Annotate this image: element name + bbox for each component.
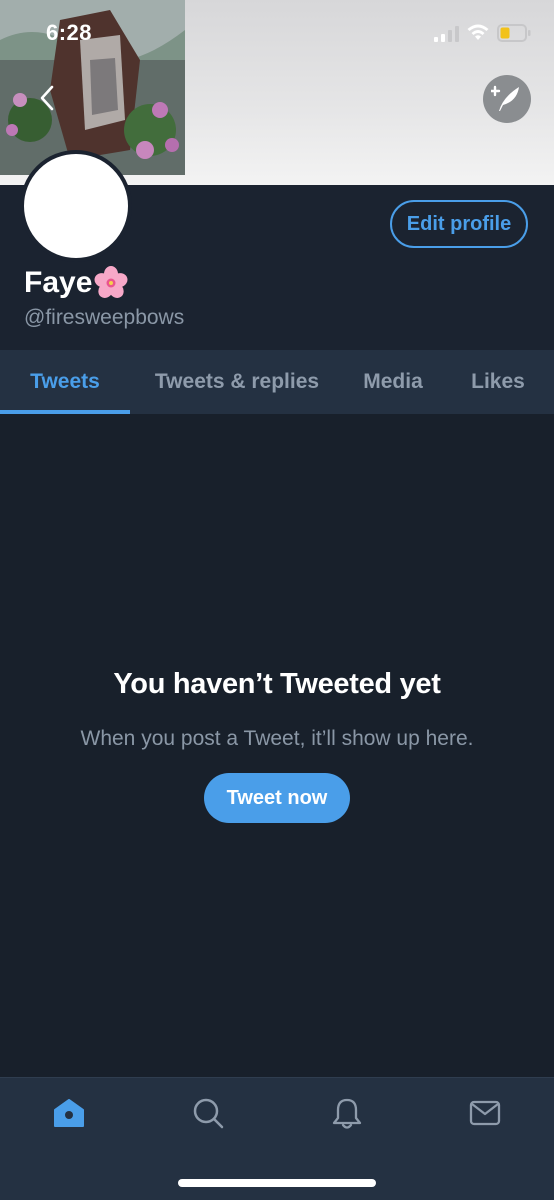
profile-tabs: Tweets Tweets & replies Media Likes — [0, 350, 554, 414]
home-icon[interactable] — [52, 1096, 86, 1130]
edit-profile-button[interactable]: Edit profile — [390, 200, 528, 248]
back-icon[interactable] — [36, 84, 60, 112]
user-handle: @firesweepbows — [24, 306, 185, 329]
display-name: Faye — [24, 266, 128, 300]
cherry-blossom-emoji-icon — [94, 266, 128, 298]
tweet-now-button[interactable]: Tweet now — [204, 773, 350, 823]
empty-state-subtitle: When you post a Tweet, it’ll show up her… — [80, 727, 474, 750]
status-time: 6:28 — [46, 20, 93, 45]
battery-icon — [497, 24, 531, 42]
messages-icon[interactable] — [468, 1096, 502, 1130]
tab-tweets-and-replies[interactable]: Tweets & replies — [140, 350, 334, 414]
home-indicator[interactable] — [178, 1179, 376, 1187]
empty-state-title: You haven’t Tweeted yet — [113, 668, 441, 700]
compose-tweet-button[interactable] — [483, 75, 531, 123]
signal-icon — [434, 26, 460, 42]
display-name-text: Faye — [24, 266, 93, 299]
avatar[interactable] — [20, 150, 132, 262]
tab-likes[interactable]: Likes — [456, 350, 540, 414]
notifications-icon[interactable] — [330, 1096, 364, 1130]
compose-feather-icon — [491, 85, 519, 111]
search-icon[interactable] — [191, 1096, 225, 1130]
banner-image — [0, 0, 185, 175]
wifi-icon — [466, 22, 490, 42]
tab-tweets[interactable]: Tweets — [0, 350, 130, 414]
active-tab-indicator — [0, 410, 130, 414]
tab-media[interactable]: Media — [346, 350, 440, 414]
